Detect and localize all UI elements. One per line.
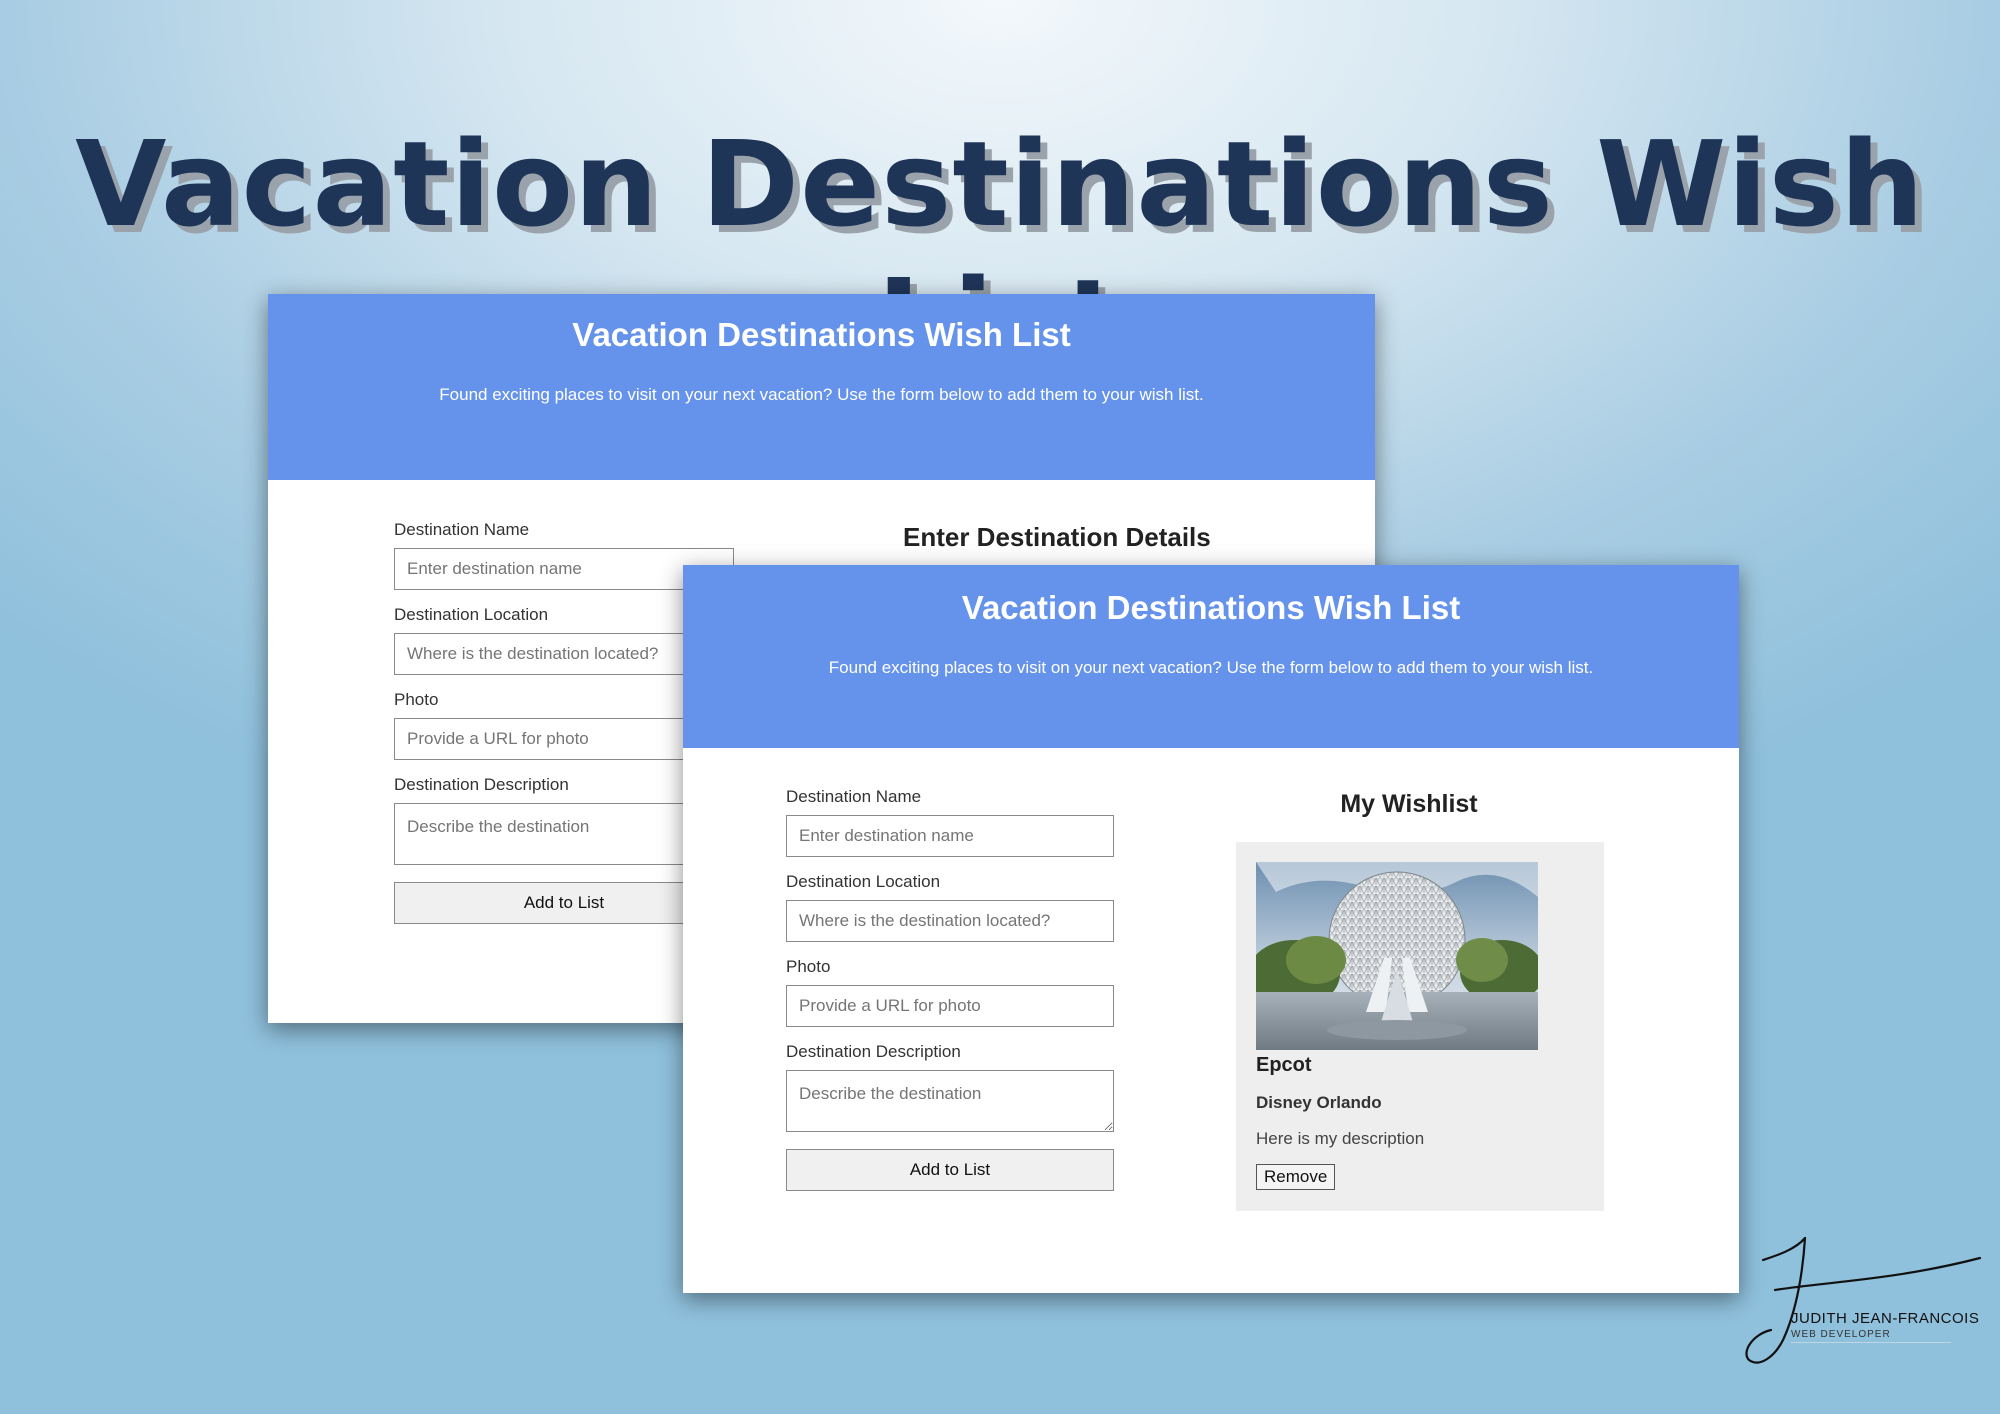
- wishlist-heading: My Wishlist: [1340, 790, 1478, 818]
- destination-photo: [1256, 862, 1538, 1050]
- photo-label: Photo: [786, 957, 831, 976]
- front-header: Vacation Destinations Wish List Found ex…: [683, 565, 1739, 748]
- front-destination-form: Destination Name Destination Location Ph…: [786, 787, 1114, 1191]
- front-header-subtitle: Found exciting places to visit on your n…: [828, 658, 1594, 677]
- destination-name-input[interactable]: [786, 815, 1114, 857]
- location-label: Destination Location: [786, 872, 941, 891]
- add-to-list-button[interactable]: Add to List: [786, 1149, 1114, 1191]
- name-label: Destination Name: [394, 520, 530, 539]
- back-header-subtitle: Found exciting places to visit on your n…: [439, 385, 1204, 404]
- remove-button[interactable]: Remove: [1256, 1164, 1336, 1190]
- destination-description: Here is my description: [1256, 1129, 1425, 1148]
- back-header-title: Vacation Destinations Wish List: [572, 316, 1071, 353]
- photo-url-input[interactable]: [786, 985, 1114, 1027]
- signature-role: WEB DEVELOPER: [1791, 1329, 1891, 1340]
- front-screenshot: Vacation Destinations Wish List Found ex…: [683, 565, 1739, 1293]
- wishlist-card: Epcot Disney Orlando Here is my descript…: [1236, 842, 1604, 1211]
- signature-logo: [1745, 1236, 1982, 1364]
- destination-location: Disney Orlando: [1256, 1093, 1382, 1112]
- name-label: Destination Name: [786, 787, 922, 806]
- signature-name: JUDITH JEAN-FRANCOIS: [1791, 1310, 1980, 1327]
- description-textarea[interactable]: [786, 1070, 1114, 1132]
- destination-name: Epcot: [1256, 1054, 1312, 1076]
- form-heading: Enter Destination Details: [903, 522, 1211, 552]
- back-header: Vacation Destinations Wish List Found ex…: [268, 294, 1375, 480]
- description-label: Destination Description: [786, 1042, 961, 1061]
- destination-location-input[interactable]: [786, 900, 1114, 942]
- front-header-title: Vacation Destinations Wish List: [961, 589, 1461, 626]
- signature-divider: [1791, 1342, 1951, 1343]
